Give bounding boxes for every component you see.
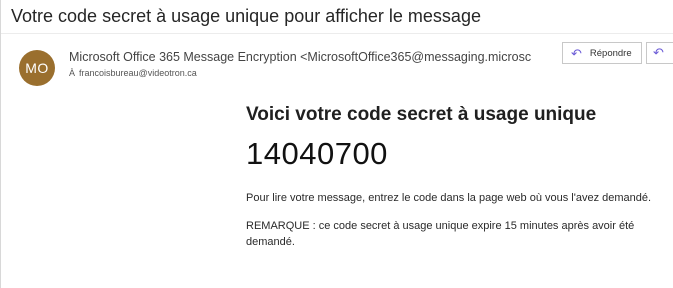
reply-all-arrow-icon: ↶: [653, 45, 664, 60]
reply-all-button[interactable]: ↶: [646, 42, 673, 64]
email-subject: Votre code secret à usage unique pour af…: [11, 6, 481, 26]
to-label: À: [69, 68, 76, 78]
header-divider: [1, 33, 673, 34]
expiry-notice-paragraph: REMARQUE : ce code secret à usage unique…: [246, 220, 635, 248]
message-body: Voici votre code secret à usage unique 1…: [246, 104, 666, 250]
email-reading-pane: Votre code secret à usage unique pour af…: [0, 0, 673, 288]
reply-label: Répondre: [589, 47, 632, 59]
recipient-address[interactable]: francoisbureau@videotron.ca: [79, 68, 197, 78]
reply-arrow-icon: ↶: [571, 45, 582, 61]
recipient-row: Àfrancoisbureau@videotron.ca: [69, 68, 197, 78]
reply-button[interactable]: ↶ Répondre: [562, 42, 642, 64]
body-heading: Voici votre code secret à usage unique: [246, 104, 597, 125]
one-time-code: 14040700: [246, 136, 388, 171]
sender-name[interactable]: Microsoft Office 365 Message Encryption …: [69, 50, 547, 64]
instruction-paragraph: Pour lire votre message, entrez le code …: [246, 192, 652, 204]
avatar: MO: [19, 50, 55, 86]
